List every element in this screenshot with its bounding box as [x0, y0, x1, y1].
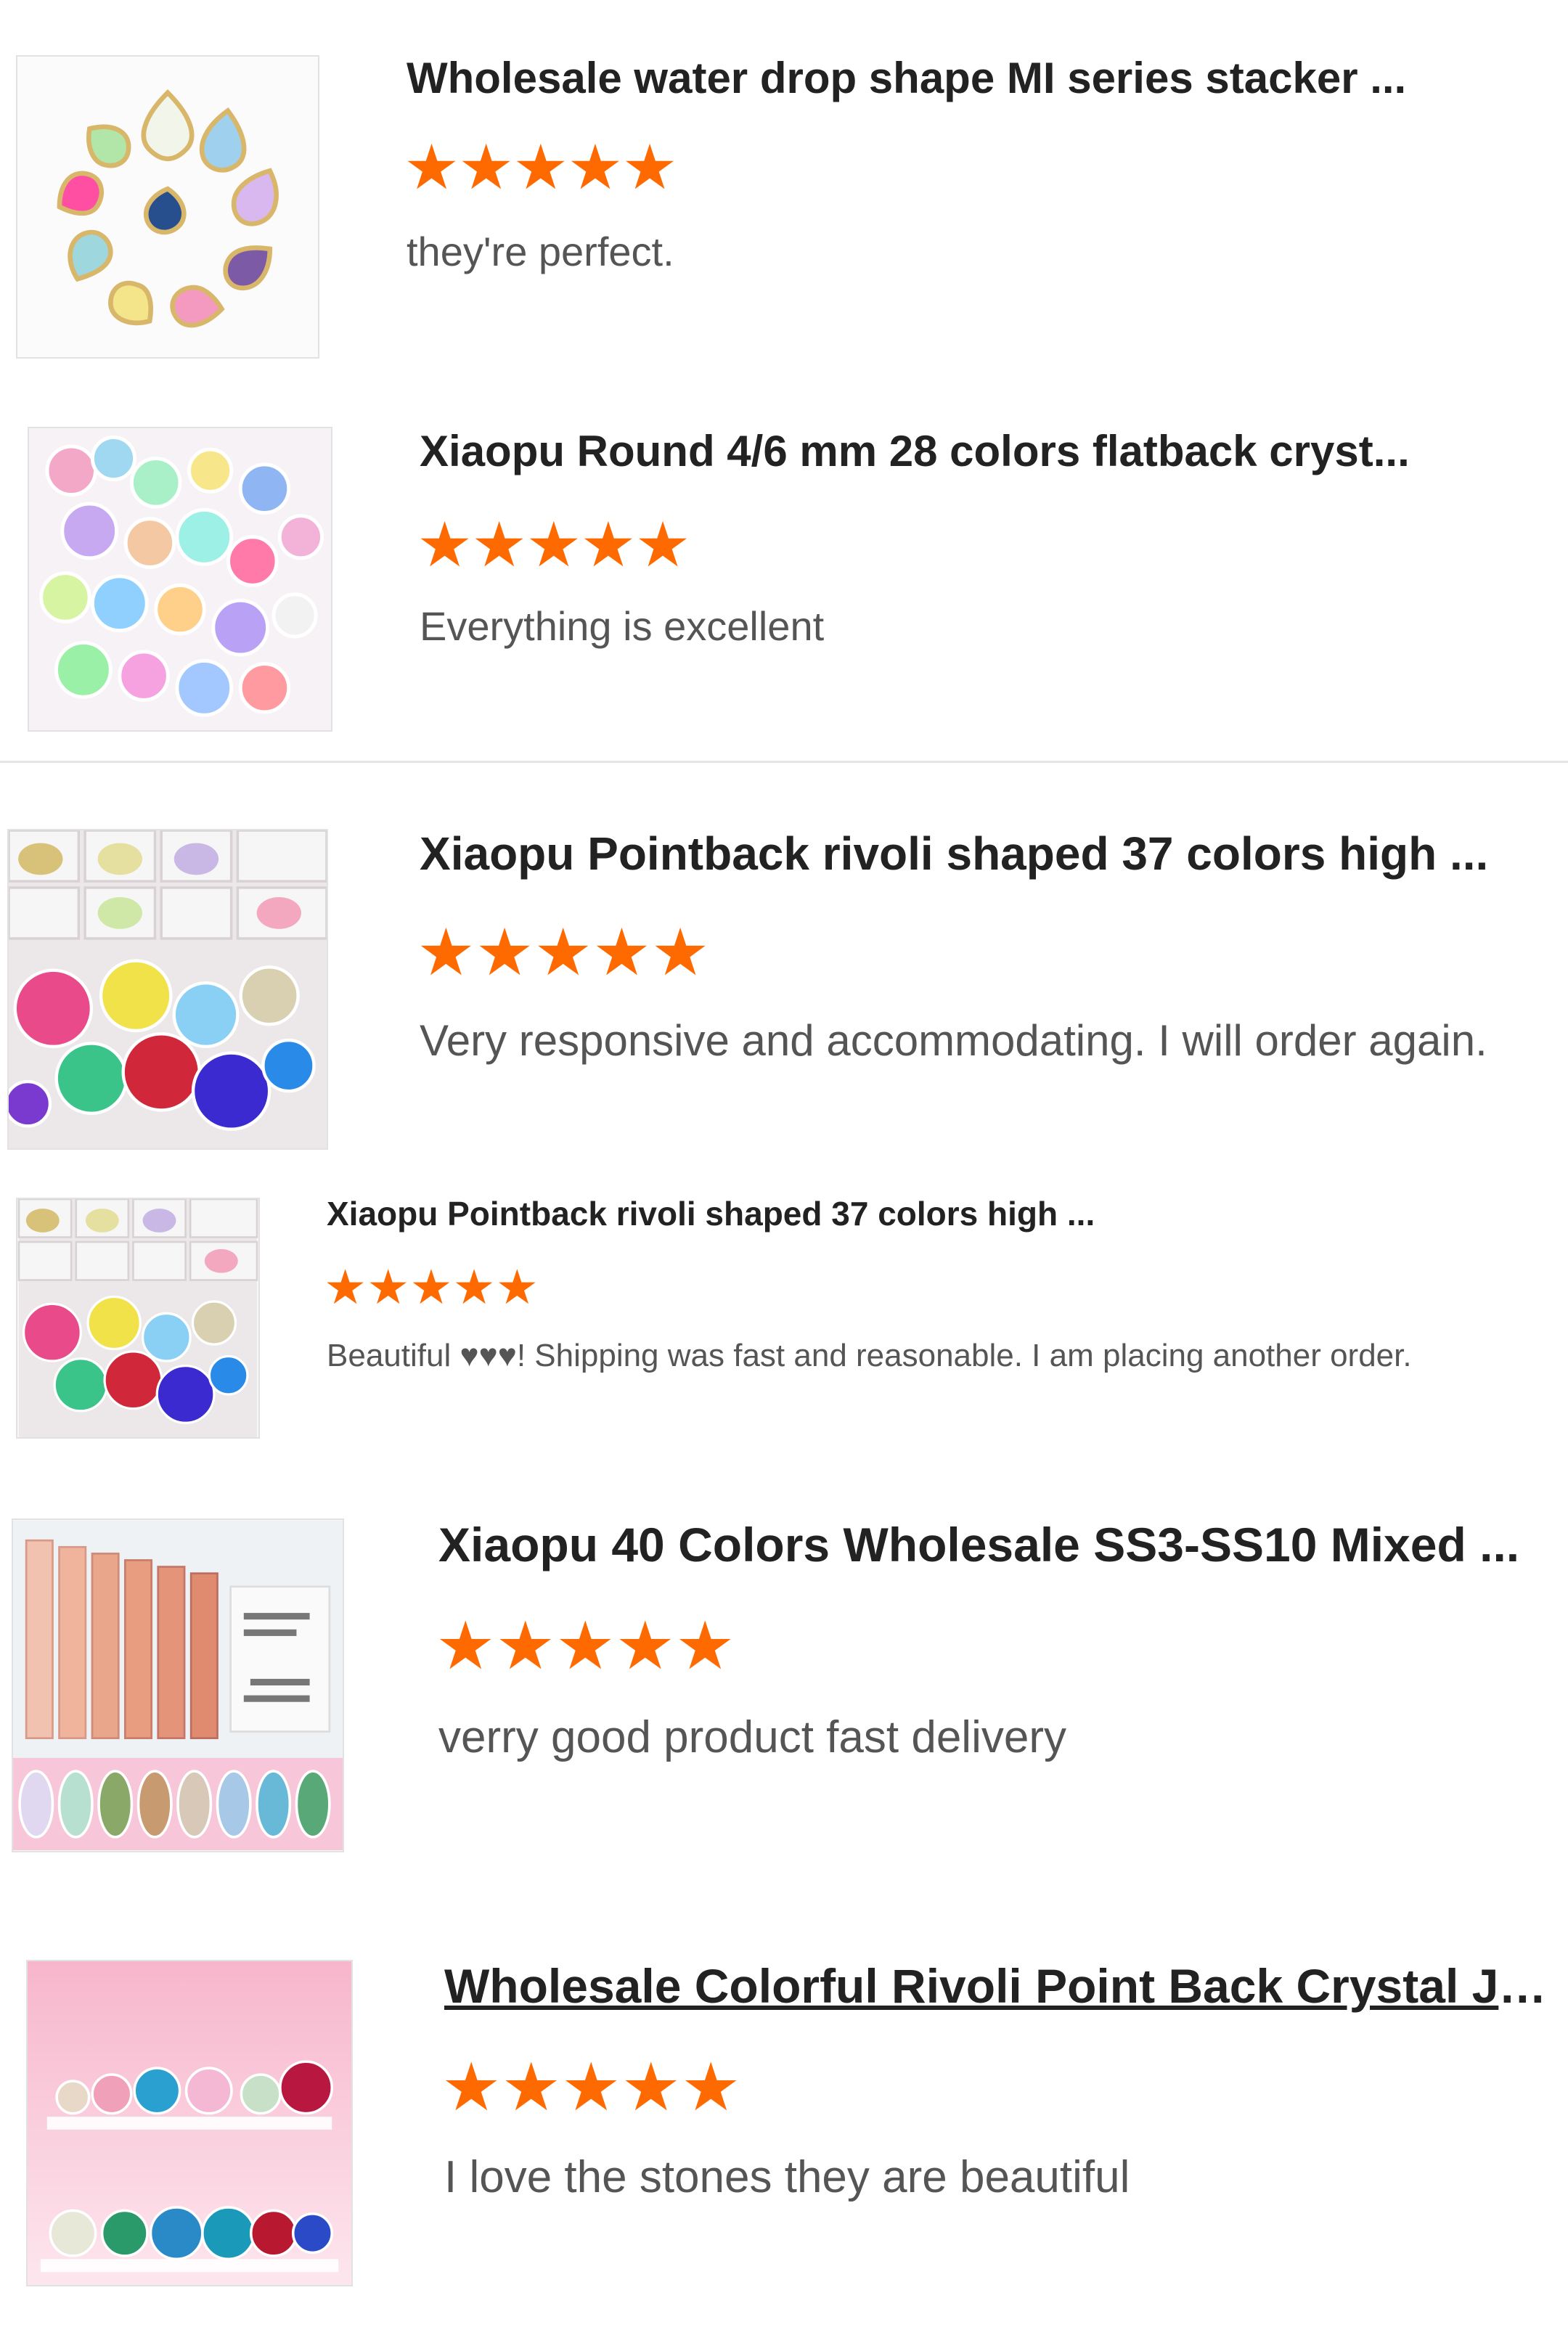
- review-item: Wholesale Colorful Rivoli Point Back Cry…: [0, 0, 1568, 2330]
- star-rating: ★ ★ ★ ★ ★: [441, 2054, 740, 2121]
- rivoli-stones-on-shelf-image: [28, 1961, 351, 2285]
- star-icon: ★: [621, 2051, 681, 2125]
- review-comment: I love the stones they are beautiful: [444, 2152, 1130, 2202]
- star-icon: ★: [560, 2051, 621, 2125]
- product-thumbnail[interactable]: [26, 1960, 353, 2286]
- star-icon: ★: [680, 2051, 741, 2125]
- product-title-link[interactable]: Wholesale Colorful Rivoli Point Back Cry…: [444, 1955, 1548, 2016]
- star-icon: ★: [441, 2051, 502, 2125]
- star-icon: ★: [501, 2051, 561, 2125]
